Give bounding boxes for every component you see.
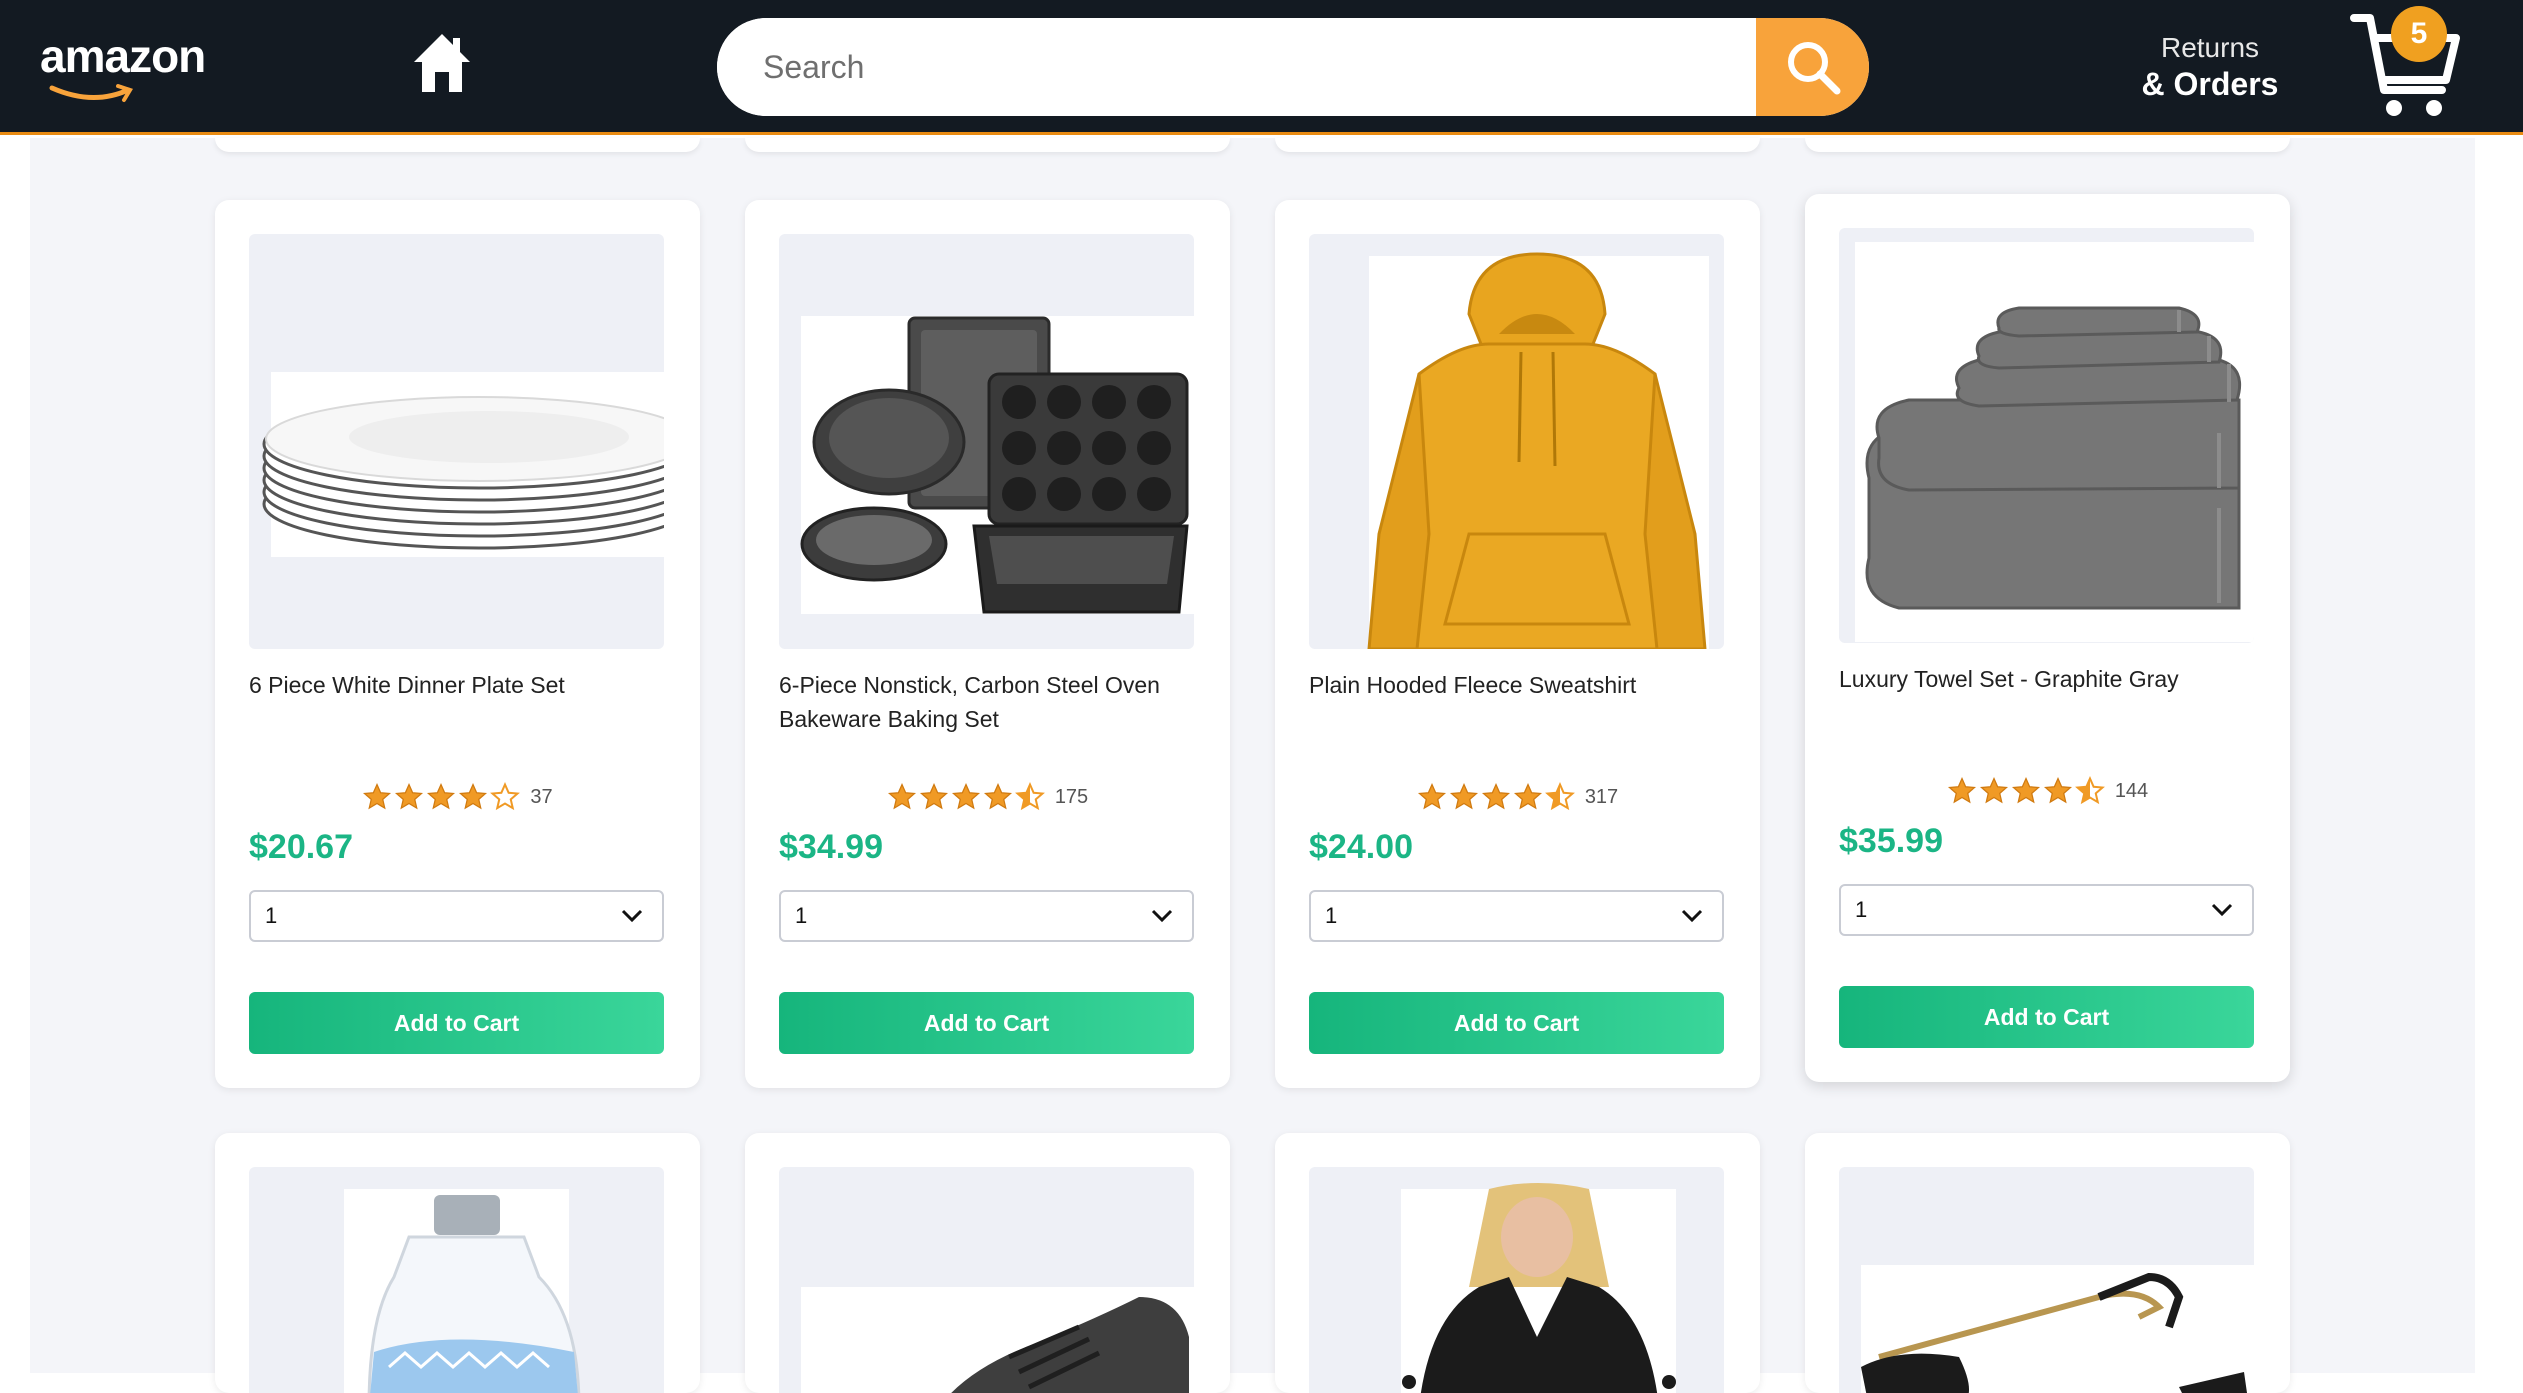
star-half-icon	[1544, 782, 1575, 811]
star-full-icon	[919, 782, 948, 810]
orders-label: & Orders	[2141, 66, 2279, 102]
star-full-icon	[1449, 782, 1478, 810]
star-full-icon	[983, 782, 1012, 810]
star-full-icon	[459, 782, 488, 810]
rating-count[interactable]: 37	[530, 786, 552, 809]
add-to-cart-button[interactable]: Add to Cart	[1309, 992, 1724, 1054]
logo-text: amazon	[40, 30, 206, 82]
product-rating: 144	[1805, 776, 2290, 806]
amazon-logo[interactable]: amazon	[40, 30, 206, 102]
product-title[interactable]: Plain Hooded Fleece Sweatshirt	[1309, 668, 1729, 702]
product-card: 6 Piece White Dinner Plate Set 37 $20.67…	[215, 200, 700, 1088]
quantity-value: 1	[1325, 903, 1338, 928]
search-icon	[1787, 42, 1840, 95]
rating-stars	[1417, 782, 1575, 812]
product-grid: 6 Piece White Dinner Plate Set 37 $20.67…	[30, 138, 2475, 1393]
card-edge	[745, 138, 1230, 152]
product-title[interactable]: 6-Piece Nonstick, Carbon Steel Oven Bake…	[779, 668, 1199, 736]
add-to-cart-button[interactable]: Add to Cart	[779, 992, 1194, 1054]
quantity-select[interactable]: 1	[1309, 890, 1724, 942]
product-image[interactable]	[249, 1167, 664, 1393]
chevron-down-icon	[1681, 909, 1703, 923]
product-card	[1805, 1133, 2290, 1393]
product-rating: 317	[1275, 782, 1760, 812]
cart-button[interactable]: 5	[2350, 4, 2462, 122]
add-to-cart-button[interactable]: Add to Cart	[1839, 986, 2254, 1048]
product-price: $20.67	[249, 828, 353, 866]
product-price: $35.99	[1839, 822, 1943, 860]
star-full-icon	[2043, 776, 2072, 804]
product-title[interactable]: 6 Piece White Dinner Plate Set	[249, 668, 669, 702]
star-full-icon	[1513, 782, 1542, 810]
product-price: $34.99	[779, 828, 883, 866]
star-full-icon	[1417, 782, 1446, 810]
star-full-icon	[427, 782, 456, 810]
star-full-icon	[1947, 776, 1976, 804]
card-edge	[1805, 138, 2290, 152]
star-full-icon	[2011, 776, 2040, 804]
product-title[interactable]: Luxury Towel Set - Graphite Gray	[1839, 662, 2259, 696]
rating-count[interactable]: 175	[1055, 786, 1088, 809]
product-image[interactable]	[1309, 1167, 1724, 1393]
rating-count[interactable]: 144	[2115, 780, 2148, 803]
product-card	[215, 1133, 700, 1393]
product-card	[1275, 1133, 1760, 1393]
star-full-icon	[395, 782, 424, 810]
star-full-icon	[1481, 782, 1510, 810]
star-half-icon	[1014, 782, 1045, 811]
search-button[interactable]	[1756, 18, 1869, 116]
product-image[interactable]	[1309, 234, 1724, 649]
chevron-down-icon	[621, 909, 643, 923]
rating-count[interactable]: 317	[1585, 786, 1618, 809]
card-edge	[1275, 138, 1760, 152]
search-input[interactable]	[717, 18, 1756, 116]
star-half-icon	[2074, 776, 2105, 805]
search-bar	[717, 18, 1869, 116]
quantity-select[interactable]: 1	[249, 890, 664, 942]
chevron-down-icon	[2211, 903, 2233, 917]
star-full-icon	[951, 782, 980, 810]
product-card	[745, 1133, 1230, 1393]
product-image[interactable]	[249, 234, 664, 649]
card-edge	[215, 138, 700, 152]
product-card: Luxury Towel Set - Graphite Gray 144 $35…	[1805, 194, 2290, 1082]
quantity-value: 1	[265, 903, 278, 928]
add-to-cart-button[interactable]: Add to Cart	[249, 992, 664, 1054]
quantity-value: 1	[795, 903, 808, 928]
home-icon[interactable]	[412, 32, 472, 94]
quantity-value: 1	[1855, 897, 1868, 922]
product-card: Plain Hooded Fleece Sweatshirt 317 $24.0…	[1275, 200, 1760, 1088]
quantity-select[interactable]: 1	[779, 890, 1194, 942]
product-card: 6-Piece Nonstick, Carbon Steel Oven Bake…	[745, 200, 1230, 1088]
rating-stars	[362, 782, 521, 812]
product-rating: 37	[215, 782, 700, 812]
rating-stars	[887, 782, 1045, 812]
smile-arrow-icon	[49, 84, 133, 102]
product-price: $24.00	[1309, 828, 1413, 866]
star-full-icon	[1979, 776, 2008, 804]
star-empty-icon	[490, 782, 521, 811]
top-nav-bar: amazon Returns & Orders	[0, 0, 2523, 135]
cart-count-badge: 5	[2391, 6, 2447, 62]
product-image[interactable]	[1839, 228, 2254, 643]
chevron-down-icon	[1151, 909, 1173, 923]
star-full-icon	[363, 782, 392, 810]
returns-orders-link[interactable]: Returns & Orders	[2120, 30, 2300, 102]
product-image[interactable]	[779, 234, 1194, 649]
returns-label: Returns	[2160, 32, 2260, 63]
product-image[interactable]	[779, 1167, 1194, 1393]
star-full-icon	[887, 782, 916, 810]
rating-stars	[1947, 776, 2105, 806]
product-image[interactable]	[1839, 1167, 2254, 1393]
quantity-select[interactable]: 1	[1839, 884, 2254, 936]
product-rating: 175	[745, 782, 1230, 812]
